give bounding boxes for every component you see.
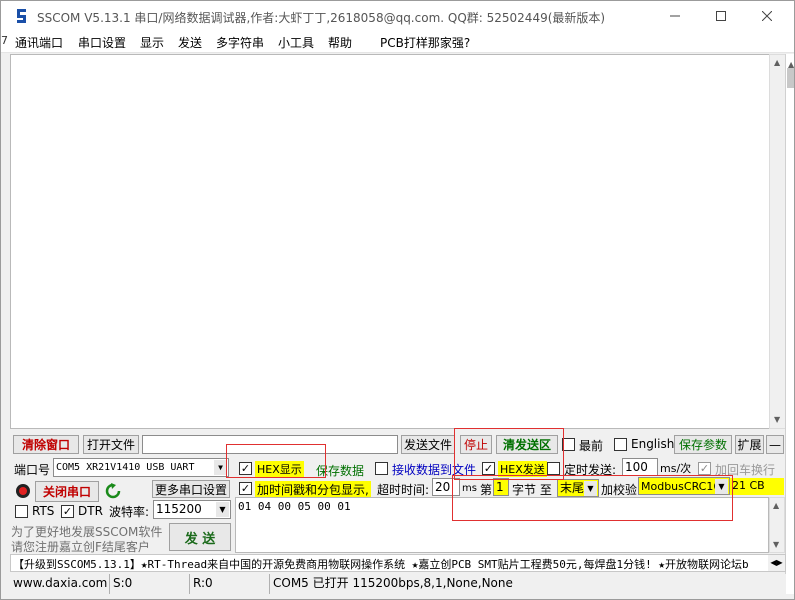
app-logo-icon	[17, 9, 26, 23]
port-status-icon	[16, 484, 30, 498]
menu-comm-port[interactable]: 通讯端口	[15, 34, 63, 51]
menu-pcb-ad[interactable]: PCB打样那家强?	[380, 34, 470, 51]
dtr-checkbox[interactable]: ✓	[61, 505, 74, 518]
main-window: SSCOM V5.13.1 串口/网络数据调试器,作者:大虾丁丁,2618058…	[0, 0, 795, 600]
left-edge-label: 7	[1, 34, 8, 47]
status-sent: S:0	[110, 574, 190, 594]
timestamp-label: 加时间戳和分包显示,	[255, 481, 371, 498]
receive-area[interactable]	[10, 54, 779, 429]
menu-help[interactable]: 帮助	[328, 34, 352, 51]
minimize-button[interactable]	[652, 1, 698, 31]
close-button[interactable]	[744, 1, 790, 31]
rts-label: RTS	[32, 504, 55, 518]
menu-display[interactable]: 显示	[140, 34, 164, 51]
scroll-down-icon[interactable]: ▼	[774, 415, 780, 424]
interval-input[interactable]: 100	[622, 458, 658, 476]
right-panel-edge: ▲	[785, 54, 794, 594]
close-icon	[762, 11, 772, 21]
scroll-up-icon[interactable]: ▲	[774, 58, 780, 67]
dtr-label: DTR	[78, 504, 103, 518]
title-bar: SSCOM V5.13.1 串口/网络数据调试器,作者:大虾丁丁,2618058…	[1, 1, 794, 31]
send-button[interactable]: 发 送	[169, 523, 231, 551]
right-scroll-thumb[interactable]	[787, 68, 794, 88]
menu-port-settings[interactable]: 串口设置	[78, 34, 126, 51]
close-port-button[interactable]: 关闭串口	[35, 481, 99, 502]
window-title: SSCOM V5.13.1 串口/网络数据调试器,作者:大虾丁丁,2618058…	[37, 11, 606, 25]
refresh-icon[interactable]	[105, 483, 121, 499]
send-scroll-down-icon[interactable]: ▼	[773, 540, 779, 549]
ticker-scroll-icon[interactable]: ◀▶	[768, 555, 785, 571]
status-bar: www.daxia.com S:0 R:0 COM5 已打开 115200bps…	[10, 574, 786, 594]
baud-dropdown-icon[interactable]: ▼	[216, 502, 229, 517]
timeout-label: 超时时间:	[377, 483, 430, 497]
rts-checkbox[interactable]	[15, 505, 28, 518]
receive-scrollbar[interactable]: ▲ ▼	[769, 54, 786, 429]
send-data-text: 01 04 00 05 00 01	[238, 500, 351, 513]
more-settings-button[interactable]: 更多串口设置	[152, 480, 230, 498]
annotation-box-hex-display	[226, 444, 326, 478]
status-recv: R:0	[190, 574, 270, 594]
port-select[interactable]: COM5 XR21V1410 USB UART ▼	[53, 458, 229, 477]
menu-tools[interactable]: 小工具	[278, 34, 314, 51]
baud-label: 波特率:	[109, 505, 150, 519]
checksum-value: 21 CB	[730, 478, 784, 495]
status-port-state: COM5 已打开 115200bps,8,1,None,None	[273, 576, 513, 590]
annotation-box-checksum	[452, 475, 733, 521]
interval-unit: ms/次	[660, 462, 692, 475]
clear-window-button[interactable]: 清除窗口	[13, 435, 79, 454]
annotation-box-stop-hex-send	[454, 428, 564, 480]
recv-to-file-checkbox[interactable]	[375, 462, 388, 475]
port-select-value: COM5 XR21V1410 USB UART	[56, 462, 195, 473]
expand-button[interactable]: 扩展	[735, 435, 764, 454]
topmost-label: 最前	[579, 439, 604, 453]
open-file-button[interactable]: 打开文件	[83, 435, 139, 454]
ticker-bar: 【升级到SSCOM5.13.1】★RT-Thread来自中国的开源免费商用物联网…	[10, 554, 786, 572]
baud-value: 115200	[156, 502, 202, 516]
maximize-button[interactable]	[698, 1, 744, 31]
menu-bar: 通讯端口 串口设置 显示 发送 多字符串 小工具 帮助 PCB打样那家强?	[1, 31, 794, 53]
promo-line2: 请您注册嘉立创F结尾客户	[11, 540, 150, 554]
baud-select[interactable]: 115200 ▼	[153, 500, 231, 519]
add-crlf-checkbox[interactable]: ✓	[698, 462, 711, 475]
save-params-button[interactable]: 保存参数	[674, 435, 732, 454]
english-checkbox[interactable]	[614, 438, 627, 451]
english-label: English	[631, 437, 675, 451]
send-file-button[interactable]: 发送文件	[401, 435, 455, 454]
status-site[interactable]: www.daxia.com	[10, 574, 110, 594]
ticker-text: 【升级到SSCOM5.13.1】★RT-Thread来自中国的开源免费商用物联网…	[13, 558, 749, 571]
send-scrollbar[interactable]: ▲ ▼	[769, 497, 785, 553]
timestamp-checkbox[interactable]: ✓	[239, 482, 252, 495]
minimize-icon	[670, 15, 680, 17]
collapse-button[interactable]: —	[766, 435, 784, 454]
menu-multi-string[interactable]: 多字符串	[216, 34, 264, 51]
port-label: 端口号	[14, 463, 51, 477]
maximize-icon	[716, 11, 726, 21]
menu-send[interactable]: 发送	[178, 34, 202, 51]
send-scroll-up-icon[interactable]: ▲	[773, 501, 779, 510]
